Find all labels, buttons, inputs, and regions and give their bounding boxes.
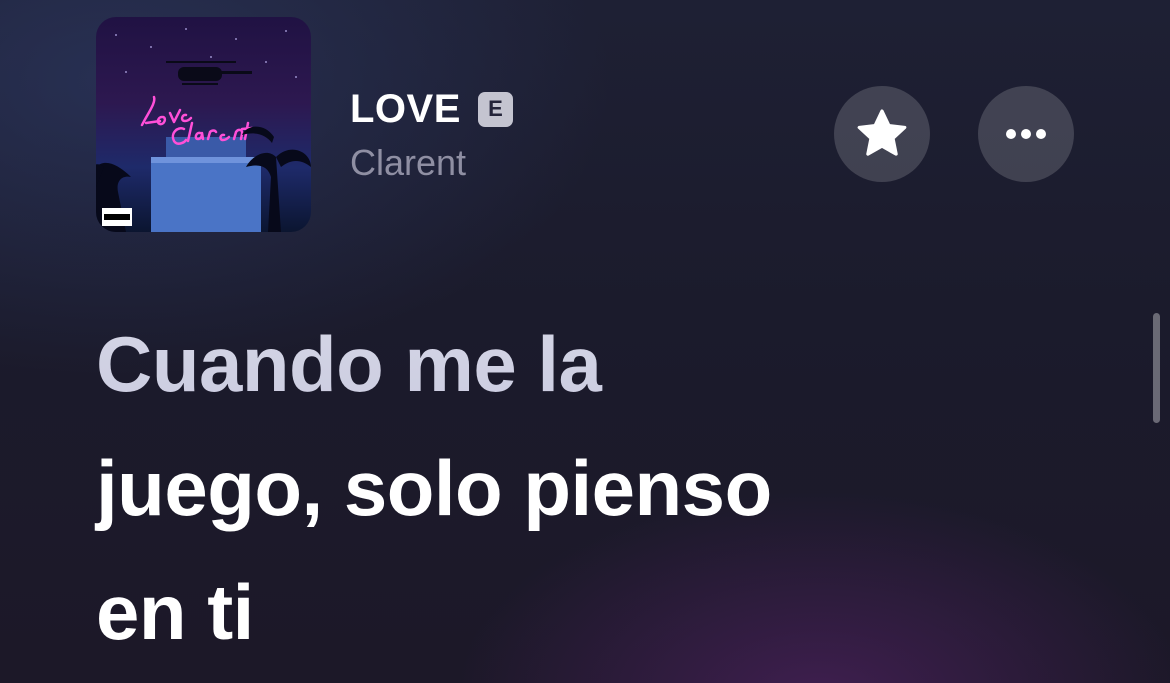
album-cover-illustration	[96, 28, 311, 232]
lyric-line[interactable]: en ti	[96, 550, 996, 674]
lyric-line[interactable]: Cuando me la	[96, 302, 996, 426]
lyrics-block[interactable]: Cuando me la juego, solo pienso en ti	[96, 302, 996, 674]
ellipsis-icon	[1006, 129, 1046, 139]
star-icon	[857, 109, 907, 156]
favorite-button[interactable]	[834, 86, 930, 182]
track-title: LOVE	[350, 87, 461, 131]
more-options-button[interactable]	[978, 86, 1074, 182]
scrollbar-thumb[interactable]	[1153, 313, 1160, 423]
explicit-badge: E	[477, 91, 513, 127]
track-title-row: LOVE E	[350, 84, 513, 134]
track-artist[interactable]: Clarent	[350, 140, 466, 186]
album-art[interactable]	[96, 17, 311, 232]
lyric-line[interactable]: juego, solo pienso	[96, 426, 996, 550]
